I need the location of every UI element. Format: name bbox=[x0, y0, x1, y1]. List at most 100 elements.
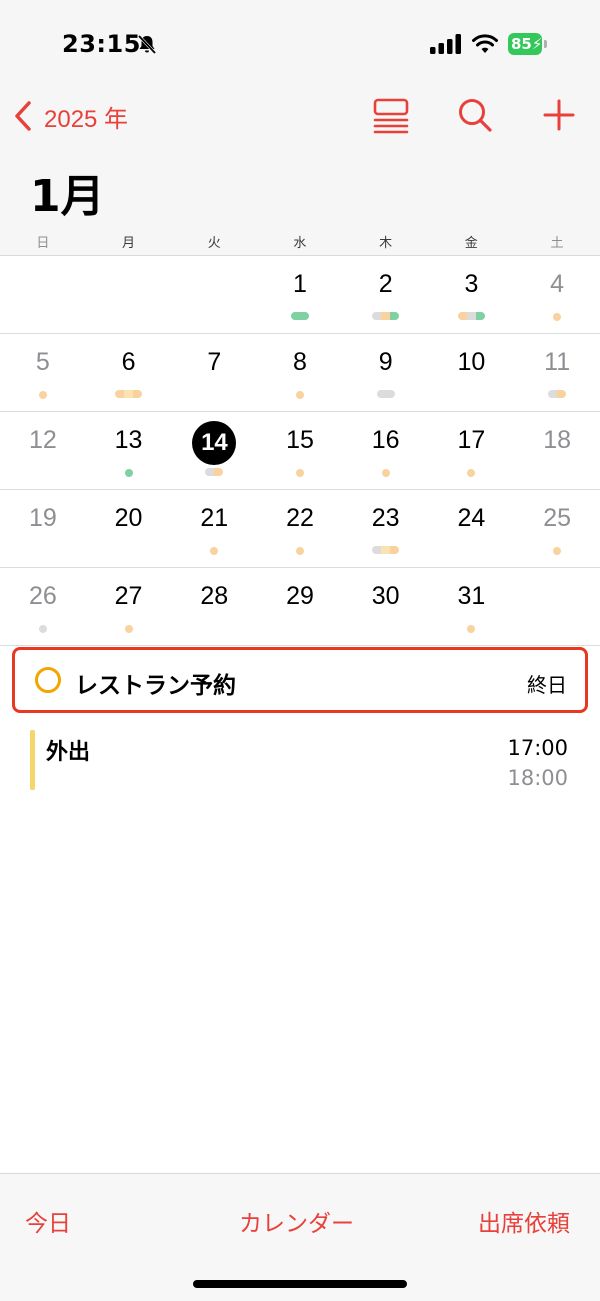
weekday-header: 日 月 火 水 木 金 土 bbox=[0, 232, 600, 252]
day-cell[interactable]: 17 bbox=[429, 412, 515, 490]
week-row: 19 20 21 22 23 24 25 bbox=[0, 490, 600, 568]
day-cell[interactable]: 18 bbox=[514, 412, 600, 490]
event-bar bbox=[205, 468, 224, 476]
day-cell[interactable]: 19 bbox=[0, 490, 86, 568]
event-indicators bbox=[257, 312, 343, 321]
day-number: 24 bbox=[457, 504, 486, 532]
month-title: 1月 bbox=[30, 171, 105, 222]
weekday-label: 月 bbox=[122, 236, 136, 251]
event-dot bbox=[38, 390, 47, 399]
day-cell[interactable]: 5 bbox=[0, 334, 86, 412]
event-indicators bbox=[343, 546, 429, 555]
day-cell[interactable]: 29 bbox=[257, 568, 343, 646]
day-cell[interactable]: 15 bbox=[257, 412, 343, 490]
event-indicators bbox=[257, 390, 343, 399]
back-to-year-button[interactable]: 2025 年 bbox=[12, 98, 128, 134]
event-time: 終日 bbox=[527, 673, 567, 697]
day-cell[interactable]: 12 bbox=[0, 412, 86, 490]
event-dot bbox=[467, 624, 476, 633]
event-indicators bbox=[343, 312, 429, 321]
day-cell[interactable]: 11 bbox=[514, 334, 600, 412]
day-number: 4 bbox=[550, 270, 565, 298]
day-cell[interactable]: 24 bbox=[429, 490, 515, 568]
day-cell[interactable]: 25 bbox=[514, 490, 600, 568]
day-number: 18 bbox=[543, 426, 572, 454]
day-cell[interactable]: 28 bbox=[171, 568, 257, 646]
event-bar bbox=[457, 312, 485, 320]
event-bar bbox=[548, 390, 567, 398]
day-cell[interactable]: 23 bbox=[343, 490, 429, 568]
day-cell[interactable]: 22 bbox=[257, 490, 343, 568]
day-number: 12 bbox=[28, 426, 57, 454]
event-bar bbox=[376, 390, 395, 398]
day-cell[interactable]: 30 bbox=[343, 568, 429, 646]
day-cell[interactable]: 10 bbox=[429, 334, 515, 412]
day-number: 7 bbox=[207, 348, 222, 376]
event-indicators bbox=[429, 546, 515, 555]
event-indicators bbox=[171, 546, 257, 555]
day-number: 23 bbox=[371, 504, 400, 532]
event-dot bbox=[553, 312, 562, 321]
day-cell[interactable]: 14 bbox=[171, 412, 257, 490]
day-number: 2 bbox=[378, 270, 393, 298]
day-cell[interactable]: 2 bbox=[343, 256, 429, 334]
event-dot bbox=[381, 468, 390, 477]
week-row: 5 6 7 8 9 10 11 bbox=[0, 334, 600, 412]
event-indicators bbox=[0, 390, 86, 399]
search-icon[interactable] bbox=[456, 96, 494, 134]
day-number: 13 bbox=[114, 426, 143, 454]
event-item-outing[interactable]: 外出 17:00 18:00 bbox=[30, 730, 576, 792]
day-number: 15 bbox=[286, 426, 314, 454]
day-cell[interactable]: 26 bbox=[0, 568, 86, 646]
weekday-label: 日 bbox=[36, 236, 50, 251]
day-cell[interactable]: 27 bbox=[86, 568, 172, 646]
day-cell[interactable]: 13 bbox=[86, 412, 172, 490]
battery-charging-icon: 85⚡ bbox=[508, 33, 548, 55]
event-indicators bbox=[343, 624, 429, 633]
day-cell[interactable]: 7 bbox=[171, 334, 257, 412]
day-cell[interactable]: 8 bbox=[257, 334, 343, 412]
day-number: 8 bbox=[293, 348, 307, 376]
chevron-left-icon bbox=[15, 101, 31, 131]
day-cell[interactable]: 1 bbox=[257, 256, 343, 334]
list-view-icon[interactable] bbox=[372, 96, 410, 134]
day-cell[interactable]: 21 bbox=[171, 490, 257, 568]
day-number: 11 bbox=[544, 348, 571, 376]
event-start-time: 17:00 bbox=[507, 736, 568, 760]
event-bar bbox=[290, 312, 309, 320]
inbox-button[interactable]: 出席依頼 bbox=[478, 1204, 570, 1238]
day-number: 25 bbox=[543, 504, 572, 532]
weekday-label: 火 bbox=[207, 236, 221, 251]
event-indicators bbox=[429, 312, 515, 321]
calendars-button[interactable]: カレンダー bbox=[239, 1204, 354, 1238]
back-label: 2025 年 bbox=[44, 105, 129, 133]
weekday-label: 水 bbox=[293, 236, 307, 251]
week-row: 26 27 28 29 30 31 bbox=[0, 568, 600, 646]
event-item-restaurant[interactable]: レストラン予約 終日 bbox=[12, 647, 588, 713]
event-indicators bbox=[514, 312, 600, 321]
day-number: 1 bbox=[293, 270, 307, 298]
event-indicators bbox=[514, 468, 600, 477]
event-indicators bbox=[514, 546, 600, 555]
event-title: 外出 bbox=[46, 740, 91, 765]
event-indicators bbox=[171, 624, 257, 633]
day-cell[interactable]: 9 bbox=[343, 334, 429, 412]
event-end-time: 18:00 bbox=[507, 766, 568, 790]
today-button[interactable]: 今日 bbox=[25, 1204, 71, 1238]
day-cell[interactable]: 31 bbox=[429, 568, 515, 646]
event-dot bbox=[467, 468, 476, 477]
plus-icon[interactable] bbox=[540, 96, 578, 134]
day-number: 28 bbox=[200, 582, 229, 610]
day-number: 16 bbox=[371, 426, 400, 454]
event-indicators bbox=[514, 390, 600, 399]
day-cell[interactable]: 20 bbox=[86, 490, 172, 568]
event-color-bar bbox=[30, 730, 35, 790]
day-number: 6 bbox=[121, 348, 136, 376]
day-cell[interactable]: 16 bbox=[343, 412, 429, 490]
event-indicators bbox=[0, 546, 86, 555]
day-cell[interactable]: 6 bbox=[86, 334, 172, 412]
home-indicator bbox=[193, 1280, 407, 1288]
day-cell[interactable]: 3 bbox=[429, 256, 515, 334]
event-indicators bbox=[86, 546, 172, 555]
day-cell[interactable]: 4 bbox=[514, 256, 600, 334]
